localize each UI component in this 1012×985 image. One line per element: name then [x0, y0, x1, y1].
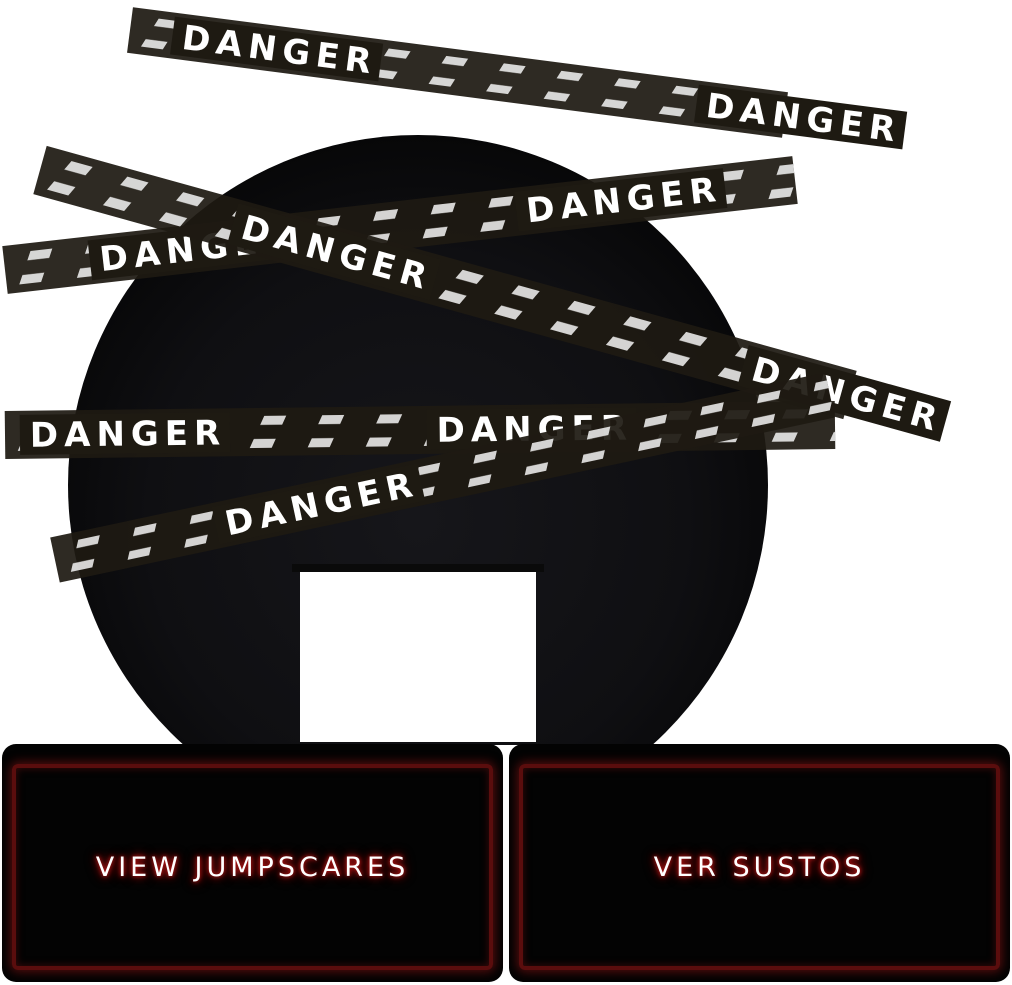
menu-buttons: VIEW JUMPSCARES VER SUSTOS [0, 740, 1012, 985]
button-frame: VIEW JUMPSCARES [12, 764, 493, 970]
view-jumpscares-label: VIEW JUMPSCARES [95, 851, 410, 883]
jumpscare-scene: DANGERDANGERDANGERDANGERDANGERDANGERDANG… [2, 7, 952, 745]
danger-tape: DANGERDANGER [127, 7, 908, 151]
view-jumpscares-button[interactable]: VIEW JUMPSCARES [2, 744, 503, 982]
doorway [300, 572, 536, 742]
danger-tape-word: DANGER [30, 413, 227, 455]
danger-tape-word: DANGER [704, 86, 904, 151]
ver-sustos-label: VER SUSTOS [653, 851, 866, 883]
button-frame: VER SUSTOS [519, 764, 1000, 970]
ver-sustos-button[interactable]: VER SUSTOS [509, 744, 1010, 982]
